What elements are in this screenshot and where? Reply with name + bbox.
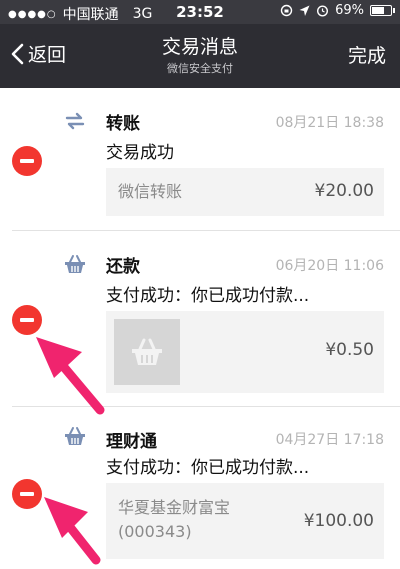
message-time: 06月20日 11:06 [275, 258, 384, 274]
delete-button[interactable] [12, 305, 42, 335]
detail-name: 微信转账 [118, 182, 183, 201]
message-time: 08月21日 18:38 [275, 115, 384, 131]
delete-button[interactable] [12, 146, 42, 176]
status-bar: ●●●●○ 中国联通 3G 23:52 69% [0, 0, 400, 24]
rotation-lock-icon [280, 4, 293, 17]
basket-icon [132, 338, 162, 365]
detail-name: 华夏基金财富宝 [118, 498, 231, 517]
transfer-icon [65, 112, 85, 130]
message-item-repayment[interactable]: 还款 06月20日 11:06 支付成功：你已成功付款... ¥0.50 [0, 231, 400, 406]
message-item-transfer[interactable]: 转账 08月21日 18:38 交易成功 微信转账 ¥20.00 [0, 88, 400, 230]
message-detail-card[interactable]: 微信转账 ¥20.00 [106, 168, 384, 216]
detail-thumbnail [114, 319, 180, 385]
message-time: 04月27日 17:18 [275, 432, 384, 448]
detail-name-code: (000343) [118, 522, 192, 541]
message-title: 还款 [106, 257, 140, 277]
message-description: 交易成功 [106, 143, 174, 163]
alarm-icon [317, 5, 329, 17]
message-description: 支付成功：你已成功付款... [106, 458, 310, 478]
message-detail-card[interactable]: 华夏基金财富宝 (000343) ¥100.00 [106, 483, 384, 559]
message-list[interactable]: 转账 08月21日 18:38 交易成功 微信转账 ¥20.00 还款 06月2… [0, 88, 400, 569]
page-subtitle: 微信安全支付 [167, 62, 233, 75]
message-description: 支付成功：你已成功付款... [106, 286, 310, 306]
battery-percent: 69% [335, 3, 364, 18]
battery-icon [370, 5, 395, 16]
delete-button[interactable] [12, 479, 42, 509]
message-title: 理财通 [106, 432, 157, 452]
location-icon [299, 5, 310, 16]
message-title: 转账 [106, 114, 140, 134]
detail-amount: ¥20.00 [314, 181, 374, 201]
page-title: 交易消息 [161, 36, 238, 58]
done-button[interactable]: 完成 [348, 41, 386, 68]
basket-icon [65, 427, 85, 445]
nav-bar: 返回 交易消息 微信安全支付 完成 [0, 24, 400, 88]
detail-amount: ¥100.00 [303, 511, 374, 531]
basket-icon [65, 255, 85, 273]
detail-amount: ¥0.50 [325, 340, 374, 360]
message-detail-card[interactable]: ¥0.50 [106, 311, 384, 393]
message-item-wealth[interactable]: 理财通 04月27日 17:18 支付成功：你已成功付款... 华夏基金财富宝 … [0, 407, 400, 569]
